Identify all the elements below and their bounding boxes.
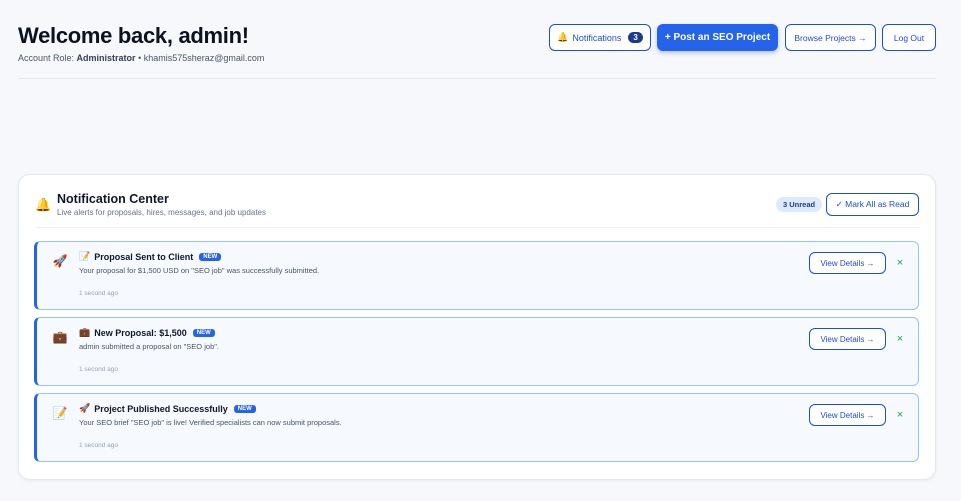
notification-title-row: 💼 New Proposal: $1,500 NEW	[79, 327, 215, 338]
notification-time: 1 second ago	[79, 290, 119, 297]
browse-projects-button[interactable]: Browse Projects →	[785, 24, 876, 51]
view-details-button[interactable]: View Details →	[809, 252, 886, 274]
notification-item: 🚀 📝 Proposal Sent to Client NEW Your pro…	[34, 241, 919, 310]
notification-title: Proposal Sent to Client	[94, 251, 194, 262]
notification-title: New Proposal: $1,500	[94, 327, 187, 338]
notifications-count-badge: 3	[628, 32, 643, 43]
notification-item: 💼 💼 New Proposal: $1,500 NEW admin submi…	[34, 317, 919, 386]
new-badge: NEW	[199, 252, 222, 261]
new-badge: NEW	[233, 404, 256, 413]
notifications-button[interactable]: 🔔 Notifications 3	[549, 24, 651, 51]
rocket-icon: 🚀	[52, 254, 68, 268]
info-separator: •	[138, 53, 142, 63]
account-info: Account Role: Administrator • khamis575s…	[18, 53, 264, 63]
view-details-button[interactable]: View Details →	[809, 404, 886, 426]
memo-icon: 📝	[79, 251, 91, 261]
post-seo-project-button[interactable]: + Post an SEO Project	[657, 24, 778, 51]
role-value: Administrator	[76, 53, 136, 63]
page-title: Welcome back, admin!	[18, 23, 249, 48]
notification-time: 1 second ago	[79, 442, 119, 449]
notification-center-card: 🔔 Notification Center Live alerts for pr…	[18, 174, 936, 480]
dashboard-header: Welcome back, admin! Account Role: Admin…	[18, 0, 936, 79]
notifications-label: Notifications	[572, 32, 622, 43]
view-details-button[interactable]: View Details →	[809, 328, 886, 350]
bell-icon: 🔔	[35, 197, 52, 212]
notification-message: admin submitted a proposal on "SEO job".	[79, 342, 219, 351]
new-badge: NEW	[192, 328, 215, 337]
memo-icon: 📝	[52, 406, 68, 420]
notification-message: Your proposal for $1,500 USD on "SEO job…	[79, 266, 320, 275]
notification-message: Your SEO brief "SEO job" is live! Verifi…	[79, 418, 342, 427]
notification-time: 1 second ago	[79, 366, 119, 373]
notification-center-subtitle: Live alerts for proposals, hires, messag…	[57, 208, 267, 217]
rocket-icon: 🚀	[79, 403, 91, 413]
notification-center-header: 🔔 Notification Center Live alerts for pr…	[35, 175, 920, 228]
bell-icon: 🔔	[557, 32, 569, 42]
mark-all-read-button[interactable]: ✓ Mark All as Read	[826, 193, 919, 216]
notification-item: 📝 🚀 Project Published Successfully NEW Y…	[34, 393, 919, 462]
dismiss-icon[interactable]: ×	[894, 408, 906, 422]
dismiss-icon[interactable]: ×	[894, 332, 906, 346]
dismiss-icon[interactable]: ×	[894, 256, 906, 270]
role-label: Account Role:	[18, 53, 75, 63]
briefcase-icon: 💼	[79, 327, 91, 337]
account-email: khamis575sheraz@gmail.com	[143, 53, 265, 63]
notification-title: Project Published Successfully	[94, 403, 228, 414]
logout-button[interactable]: Log Out	[882, 24, 936, 51]
notification-title-row: 🚀 Project Published Successfully NEW	[79, 403, 256, 414]
notification-title-row: 📝 Proposal Sent to Client NEW	[79, 251, 222, 262]
briefcase-icon: 💼	[52, 330, 68, 344]
unread-count-badge: 3 Unread	[776, 197, 823, 212]
notification-center-title: Notification Center	[57, 192, 169, 206]
